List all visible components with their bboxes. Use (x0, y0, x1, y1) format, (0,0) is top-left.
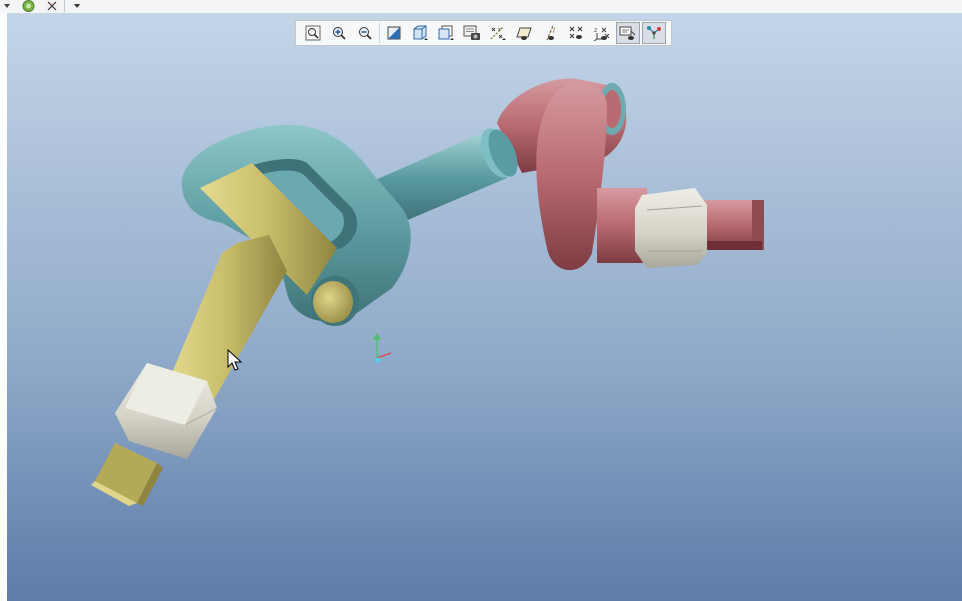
title-separator (64, 0, 65, 12)
graphics-viewport[interactable]: x / z (7, 13, 962, 601)
model-canvas[interactable] (7, 13, 962, 601)
globe-icon[interactable] (20, 0, 36, 12)
coordinate-triad (373, 333, 392, 363)
red-crank-part[interactable] (497, 78, 764, 271)
red-side-hex-nut[interactable] (635, 188, 707, 268)
yellow-pin-end (313, 281, 353, 323)
overflow-arrow-icon[interactable] (72, 0, 82, 12)
dropdown-arrow-icon[interactable] (2, 0, 12, 12)
close-x-icon[interactable] (44, 0, 60, 12)
window-title-strip (0, 0, 962, 14)
